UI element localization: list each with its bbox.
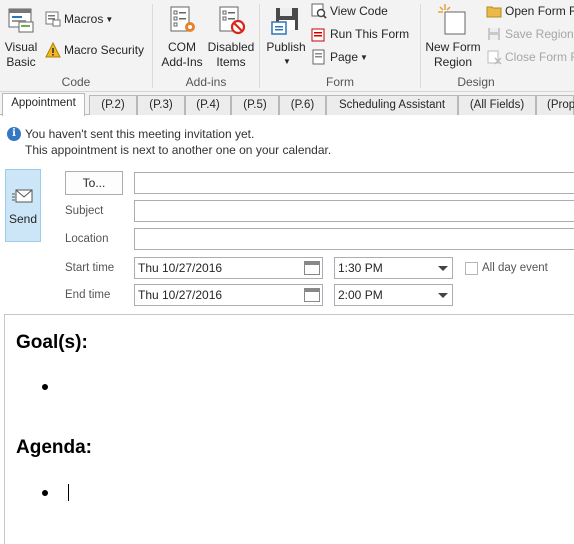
start-time-label: Start time [65,262,115,274]
start-date-field[interactable]: Thu 10/27/2016 [134,257,323,279]
send-icon [12,188,34,206]
info-message-adjacent: This appointment is next to another one … [25,143,332,157]
macro-security-label: Macro Security [64,43,145,57]
to-button[interactable]: To... [65,171,123,195]
tab-scheduling-assistant[interactable]: Scheduling Assistant [326,95,458,115]
end-time-label: End time [65,289,111,301]
addins-group-label: Add-ins [185,75,227,89]
close-region-icon [486,49,502,65]
warning-icon [45,41,61,58]
open-form-region-button[interactable]: Open Form R [485,1,574,21]
close-form-region-button[interactable]: Close Form R [485,47,574,67]
folder-icon [486,3,502,19]
to-field[interactable] [134,172,574,194]
form-group-label: Form [326,75,354,89]
publish-button[interactable]: Publish ▼ [264,2,308,69]
visual-basic-label: Visual Basic [4,40,38,69]
start-time-value: 1:30 PM [338,261,383,275]
ribbon: Visual Basic Macros ▼ Macro Security Cod… [0,0,574,92]
text-cursor [68,484,69,501]
view-code-label: View Code [330,4,388,18]
bullet-point [42,490,48,496]
design-group-label: Design [457,75,495,89]
disabled-items-icon [215,4,247,36]
open-form-region-label: Open Form R [505,4,574,18]
page-label: Page [330,50,359,64]
publish-icon [270,4,302,36]
page-button[interactable]: Page ▼ [310,47,368,67]
end-time-dropdown[interactable]: 2:00 PM [334,284,453,306]
run-this-form-label: Run This Form [330,27,410,41]
chevron-down-icon [438,266,448,271]
disabled-items-button[interactable]: Disabled Items [207,2,255,70]
code-group-label: Code [61,75,91,89]
save-region-label: Save Region [505,27,574,41]
publish-label: Publish [266,40,306,54]
chevron-down-icon: ▼ [360,52,368,62]
location-label: Location [65,233,109,245]
disabled-items-label: Disabled Items [207,40,255,69]
new-form-region-icon [437,4,469,36]
run-form-icon [311,26,327,42]
info-message-unsent: You haven't sent this meeting invitation… [25,127,255,141]
subject-field[interactable] [134,200,574,222]
com-addins-button[interactable]: COM Add-Ins [159,2,205,70]
start-time-dropdown[interactable]: 1:30 PM [334,257,453,279]
chevron-down-icon: ▼ [283,57,291,66]
addins-group: COM Add-Ins Disabled Items Add-ins [153,0,259,92]
start-date-value: Thu 10/27/2016 [138,261,223,275]
visual-basic-button[interactable]: Visual Basic [2,2,40,70]
message-body-editor[interactable] [4,314,574,544]
page-tabs: Appointment (P.2) (P.3) (P.4) (P.5) (P.6… [0,92,574,116]
view-code-icon [311,3,327,19]
tab-p2[interactable]: (P.2) [89,95,137,115]
info-icon: i [7,127,21,141]
code-group: Visual Basic Macros ▼ Macro Security Cod… [0,0,152,92]
calendar-icon[interactable] [304,288,320,302]
macros-button[interactable]: Macros ▼ [44,9,113,29]
save-icon [486,26,502,42]
chevron-down-icon: ▼ [105,14,114,24]
location-field[interactable] [134,228,574,250]
page-icon [311,49,327,65]
all-day-checkbox[interactable] [465,262,478,275]
macros-label: Macros [64,12,104,26]
tab-properties[interactable]: (Prop [536,95,574,115]
new-form-region-label: New Form Region [425,40,481,69]
tab-p4[interactable]: (P.4) [185,95,231,115]
design-group: New Form Region Open Form R Save Region [421,0,574,92]
send-button[interactable]: Send [5,169,41,242]
new-form-region-button[interactable]: New Form Region [423,2,483,70]
view-code-button[interactable]: View Code [310,1,388,21]
goals-heading: Goal(s): [16,332,88,353]
run-this-form-button[interactable]: Run This Form [310,24,409,44]
macros-icon [45,11,61,27]
chevron-down-icon [438,293,448,298]
end-date-field[interactable]: Thu 10/27/2016 [134,284,323,306]
end-time-value: 2:00 PM [338,288,383,302]
com-addins-icon [166,4,198,36]
end-date-value: Thu 10/27/2016 [138,288,223,302]
subject-label: Subject [65,205,104,217]
visual-basic-icon [5,4,37,36]
calendar-icon[interactable] [304,261,320,275]
tab-appointment[interactable]: Appointment [2,93,85,116]
form-group: Publish ▼ View Code Run This Form Page ▼… [260,0,420,92]
tab-p5[interactable]: (P.5) [231,95,279,115]
tab-p6[interactable]: (P.6) [279,95,326,115]
send-label: Send [8,212,38,226]
bullet-point [42,384,48,390]
agenda-heading: Agenda: [16,437,92,458]
info-bar: i You haven't sent this meeting invitati… [0,122,574,162]
macro-security-button[interactable]: Macro Security [44,40,144,60]
all-day-label: All day event [482,262,548,274]
save-region-button[interactable]: Save Region [485,24,574,44]
tab-all-fields[interactable]: (All Fields) [458,95,536,115]
com-addins-label: COM Add-Ins [161,40,203,69]
tab-p3[interactable]: (P.3) [137,95,185,115]
close-form-region-label: Close Form R [505,50,574,64]
